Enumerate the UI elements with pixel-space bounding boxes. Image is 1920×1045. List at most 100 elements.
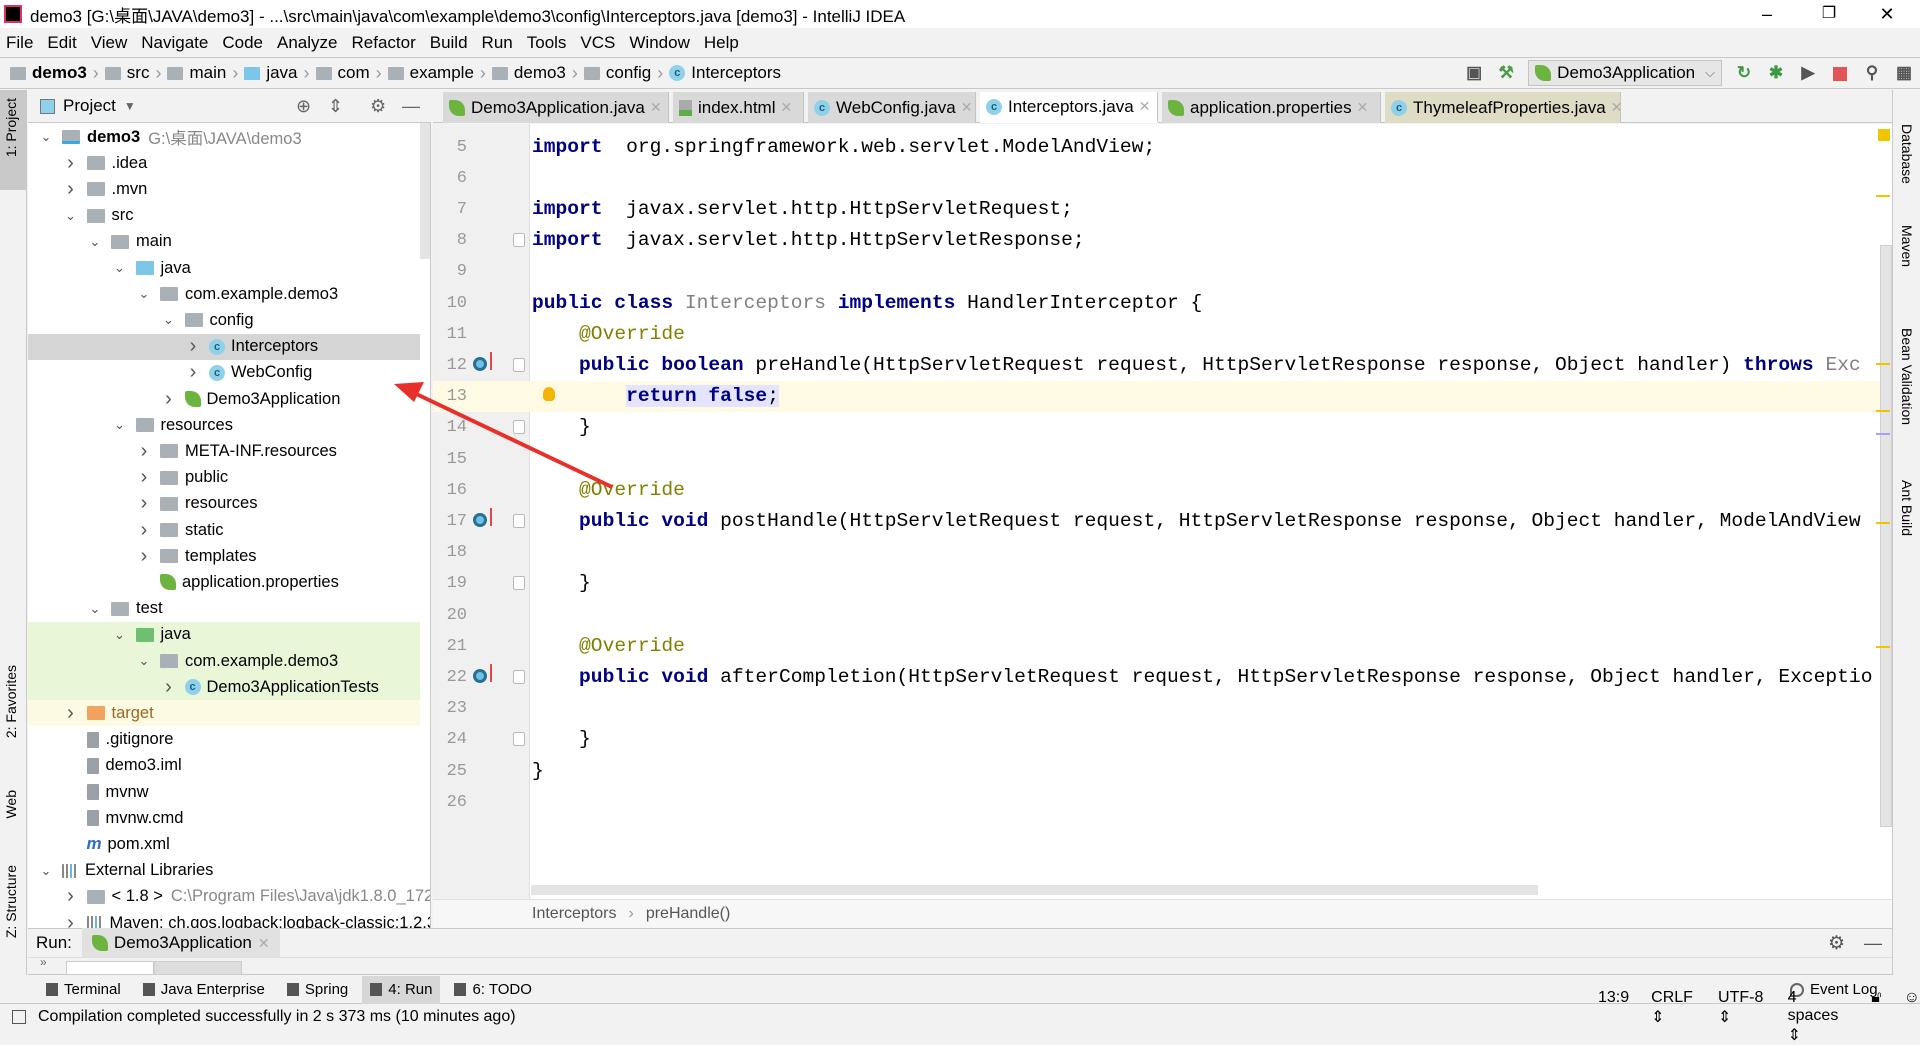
chevron-down-icon[interactable]: ⌄ [136, 653, 152, 669]
close-icon[interactable]: ✕ [1611, 99, 1623, 116]
nav-crumb[interactable]: com › [315, 63, 388, 84]
locate-icon[interactable]: ⊕ [296, 96, 311, 117]
close-icon[interactable]: ✕ [1139, 98, 1151, 115]
chevron-down-icon[interactable]: ⌄ [38, 863, 54, 879]
fold-icon[interactable] [513, 576, 525, 591]
close-button[interactable]: ✕ [1864, 0, 1910, 28]
chevron-down-icon[interactable]: ⌄ [136, 286, 152, 302]
nav-crumb[interactable]: demo3 › [10, 63, 105, 84]
tree-item[interactable]: .gitignore [28, 727, 420, 753]
menu-navigate[interactable]: Navigate [141, 33, 208, 53]
chevron-down-icon[interactable]: ⌄ [87, 234, 103, 250]
nav-crumb[interactable]: config › [583, 63, 669, 84]
chevron-down-icon[interactable]: ⌄ [38, 129, 54, 145]
chevron-right-icon[interactable]: › [161, 388, 177, 411]
code-line[interactable]: 9 [433, 256, 1892, 287]
indent-setting[interactable]: 4 spaces ⇕ [1788, 989, 1850, 1045]
hide-icon[interactable]: — [402, 96, 420, 117]
close-icon[interactable]: ✕ [961, 99, 973, 116]
console-tab[interactable] [66, 961, 154, 975]
tree-item[interactable]: › target [28, 700, 420, 727]
chevron-right-icon[interactable]: › [63, 912, 79, 929]
chevron-right-icon[interactable]: › [185, 361, 201, 384]
code-line[interactable]: 8 import javax.servlet.http.HttpServletRe… [433, 225, 1892, 256]
stripe-database[interactable]: Database [1899, 124, 1915, 184]
minimize-button[interactable]: – [1744, 0, 1790, 28]
tree-item[interactable]: demo3.iml [28, 753, 420, 779]
menu-file[interactable]: File [6, 33, 33, 53]
editor-vertical-scrollbar[interactable] [1880, 245, 1892, 827]
menu-analyze[interactable]: Analyze [277, 33, 337, 53]
code-line[interactable]: 26 [433, 787, 1892, 818]
chevron-down-icon[interactable]: ⌄ [112, 260, 128, 276]
gear-icon[interactable]: ⚙ [1828, 932, 1845, 955]
nav-crumb[interactable]: c Interceptors [669, 63, 781, 83]
inspector-icon[interactable]: ☺ [1904, 989, 1920, 1045]
chevron-down-icon[interactable]: ⌄ [112, 627, 128, 643]
tree-item[interactable]: mvnw.cmd [28, 805, 420, 831]
run-config-select[interactable]: Demo3Application ⌵ [1528, 60, 1722, 86]
run-coverage-icon[interactable]: ▶ [1797, 62, 1819, 84]
tree-item[interactable]: › Maven: ch.qos.logback:logback-classic:1… [28, 910, 430, 929]
code-line[interactable]: 16 @Override [433, 475, 1892, 506]
tree-item[interactable]: ⌄ main [28, 229, 420, 255]
rerun-icon[interactable]: ↻ [1733, 62, 1755, 84]
chevron-right-icon[interactable]: › [136, 519, 152, 542]
close-icon[interactable]: ✕ [1357, 99, 1369, 116]
code-line[interactable]: 22 public void afterCompletion(HttpServl… [433, 662, 1892, 693]
chevron-down-icon[interactable]: ⌄ [161, 312, 177, 328]
tree-item[interactable]: ⌄ demo3 G:\桌面\JAVA\demo3 [28, 124, 420, 150]
tab-index-html[interactable]: index.html ✕ [673, 92, 804, 123]
stripe-favorites[interactable]: 2: Favorites [3, 665, 19, 738]
tab-webconfig-java[interactable]: c WebConfig.java ✕ [808, 92, 976, 123]
chevron-right-icon[interactable]: › [185, 335, 201, 358]
menu-run[interactable]: Run [482, 33, 513, 53]
chevron-right-icon[interactable]: › [136, 466, 152, 489]
code-line[interactable]: 19 } [433, 568, 1892, 599]
code-line[interactable]: 17 public void postHandle(HttpServletReq… [433, 506, 1892, 537]
code-line[interactable]: 20 [433, 600, 1892, 631]
layout-icon[interactable]: ▣ [1463, 62, 1485, 84]
menu-code[interactable]: Code [222, 33, 263, 53]
chevron-down-icon[interactable]: ⌄ [63, 208, 79, 224]
chevron-right-icon[interactable]: › [161, 676, 177, 699]
tree-item[interactable]: ⌄ java [28, 255, 420, 281]
run-tab-demo3application[interactable]: Demo3Application ✕ [81, 928, 280, 958]
chevron-right-icon[interactable]: › [63, 702, 79, 725]
stripe-ant-build[interactable]: Ant Build [1899, 480, 1915, 536]
menu-vcs[interactable]: VCS [580, 33, 615, 53]
collapse-all-icon[interactable]: ⇕ [328, 96, 343, 117]
tree-item[interactable]: ⌄ src [28, 203, 420, 229]
menu-window[interactable]: Window [629, 33, 689, 53]
tab-application-properties[interactable]: application.properties ✕ [1162, 92, 1381, 123]
fold-icon[interactable] [513, 513, 525, 528]
tree-item[interactable]: › < 1.8 > C:\Program Files\Java\jdk1.8.0_1… [28, 884, 430, 910]
fold-icon[interactable] [513, 732, 525, 747]
code-line[interactable]: 13 return false; [433, 381, 1892, 413]
dropdown-icon[interactable]: ▼ [124, 99, 136, 113]
tool-button-spring[interactable]: Spring [279, 976, 356, 1004]
close-icon[interactable]: ✕ [780, 99, 792, 116]
code-line[interactable]: 25} [433, 756, 1892, 787]
tree-item[interactable]: ⌄ External Libraries [28, 858, 420, 884]
tree-scrollbar[interactable] [420, 123, 430, 259]
tree-item[interactable]: ⌄ com.example.demo3 [28, 648, 420, 674]
restore-button[interactable]: ❐ [1806, 0, 1852, 28]
code-line[interactable]: 12 public boolean preHandle(HttpServletR… [433, 350, 1892, 381]
stop-icon[interactable] [1829, 62, 1851, 84]
tree-item[interactable]: › resources [28, 491, 420, 517]
project-view-select[interactable]: Project [63, 96, 116, 116]
tree-item[interactable]: › c Demo3ApplicationTests [28, 674, 420, 701]
project-structure-icon[interactable]: ▦ [1893, 62, 1915, 84]
tool-button-terminal[interactable]: Terminal [38, 976, 129, 1004]
override-method-icon[interactable] [473, 507, 492, 527]
menu-help[interactable]: Help [704, 33, 739, 53]
tree-item[interactable]: › META-INF.resources [28, 438, 420, 464]
tree-item[interactable]: mvnw [28, 779, 420, 805]
override-method-icon[interactable] [473, 351, 492, 371]
fold-icon[interactable] [513, 357, 525, 372]
chevron-right-icon[interactable]: › [63, 152, 79, 175]
tab-thymeleafproperties-java[interactable]: c ThymeleafProperties.java ✕ [1385, 92, 1623, 123]
tree-item[interactable]: › static [28, 517, 420, 543]
tab-demo3application-java[interactable]: Demo3Application.java ✕ [443, 92, 669, 123]
